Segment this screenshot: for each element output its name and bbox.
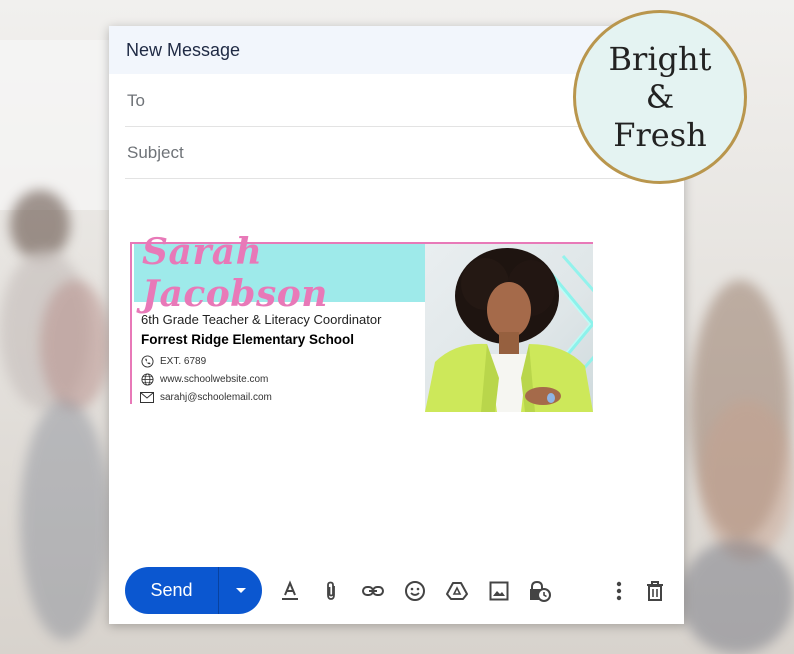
phone-icon	[140, 354, 154, 368]
attach-icon[interactable]	[319, 579, 343, 603]
compose-toolbar: Send	[125, 567, 670, 614]
signature-extension: EXT. 6789	[160, 355, 207, 367]
emoji-icon[interactable]	[403, 579, 427, 603]
send-label: Send	[150, 580, 193, 600]
trash-icon[interactable]	[643, 579, 667, 603]
signature-school: Forrest Ridge Elementary School	[141, 332, 355, 347]
globe-icon	[140, 372, 154, 386]
signature-phone-row: EXT. 6789	[140, 354, 206, 368]
image-icon[interactable]	[487, 579, 511, 603]
drive-icon[interactable]	[445, 579, 469, 603]
signature-website[interactable]: www.schoolwebsite.com	[160, 374, 268, 385]
signature-text-panel: Sarah Jacobson 6th Grade Teacher & Liter…	[130, 231, 427, 404]
signature-photo	[425, 244, 593, 412]
badge-line-1: Bright	[608, 40, 712, 78]
signature-name: Sarah Jacobson	[142, 231, 328, 315]
email-signature: Sarah Jacobson 6th Grade Teacher & Liter…	[130, 231, 593, 412]
more-options-icon[interactable]	[607, 579, 631, 603]
signature-email[interactable]: sarahj@schoolemail.com	[160, 392, 272, 403]
signature-name-band: Sarah Jacobson	[134, 231, 427, 315]
signature-job-title: 6th Grade Teacher & Literacy Coordinator	[141, 312, 382, 327]
format-text-icon[interactable]	[278, 579, 302, 603]
compose-title: New Message	[126, 39, 241, 60]
badge-line-2: &	[645, 78, 675, 116]
confidential-mode-icon[interactable]	[528, 579, 552, 603]
send-button[interactable]: Send	[125, 567, 262, 614]
link-icon[interactable]	[361, 579, 385, 603]
signature-website-row: www.schoolwebsite.com	[140, 372, 268, 386]
schedule-send-dropdown[interactable]	[219, 587, 262, 595]
envelope-icon	[140, 390, 154, 404]
chevron-down-icon	[235, 587, 246, 593]
signature-email-row: sarahj@schoolemail.com	[140, 390, 272, 404]
bright-fresh-badge: Bright & Fresh	[573, 10, 747, 184]
badge-line-3: Fresh	[613, 116, 707, 154]
